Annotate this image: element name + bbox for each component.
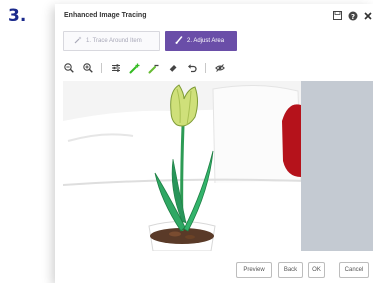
tab-label: 1. Trace Around Item	[86, 38, 142, 44]
dialog-title: Enhanced Image Tracing	[64, 12, 147, 19]
ok-button[interactable]: OK	[308, 262, 325, 278]
close-icon[interactable]	[362, 10, 373, 21]
eraser-icon[interactable]	[167, 63, 178, 74]
magic-wand-icon	[74, 36, 82, 46]
step-tabs: 1. Trace Around Item 2. Adjust Area	[63, 31, 237, 51]
tab-trace-around-item[interactable]: 1. Trace Around Item	[63, 31, 160, 51]
zoom-in-icon[interactable]	[82, 63, 93, 74]
tab-adjust-area[interactable]: 2. Adjust Area	[165, 31, 237, 51]
tab-label: 2. Adjust Area	[187, 38, 225, 44]
toolbar-divider	[205, 63, 206, 73]
step-number: 3.	[8, 6, 27, 26]
hide-icon[interactable]	[214, 63, 225, 74]
tracing-toolbar	[63, 61, 225, 75]
settings-sliders-icon[interactable]	[110, 63, 121, 74]
remove-area-brush-icon[interactable]	[148, 63, 159, 74]
help-icon[interactable]: ?	[347, 10, 358, 21]
toolbar-divider	[101, 63, 102, 73]
add-area-brush-icon[interactable]	[129, 63, 140, 74]
zoom-out-icon[interactable]	[63, 63, 74, 74]
tulip-photo	[63, 81, 373, 251]
svg-text:?: ?	[350, 12, 354, 20]
brush-icon	[175, 36, 183, 46]
back-button[interactable]: Back	[278, 262, 303, 278]
cancel-button[interactable]: Cancel	[339, 262, 369, 278]
dialog-footer: Preview Back OK Cancel	[55, 262, 373, 283]
preview-button[interactable]: Preview	[236, 262, 272, 278]
save-icon[interactable]	[332, 10, 343, 21]
image-canvas[interactable]	[63, 81, 373, 251]
dialog-title-bar: Enhanced Image Tracing ?	[55, 4, 373, 29]
enhanced-image-tracing-dialog: Enhanced Image Tracing ? 1. Trace Around…	[55, 4, 373, 283]
undo-icon[interactable]	[186, 63, 197, 74]
title-bar-icons: ?	[332, 10, 373, 21]
